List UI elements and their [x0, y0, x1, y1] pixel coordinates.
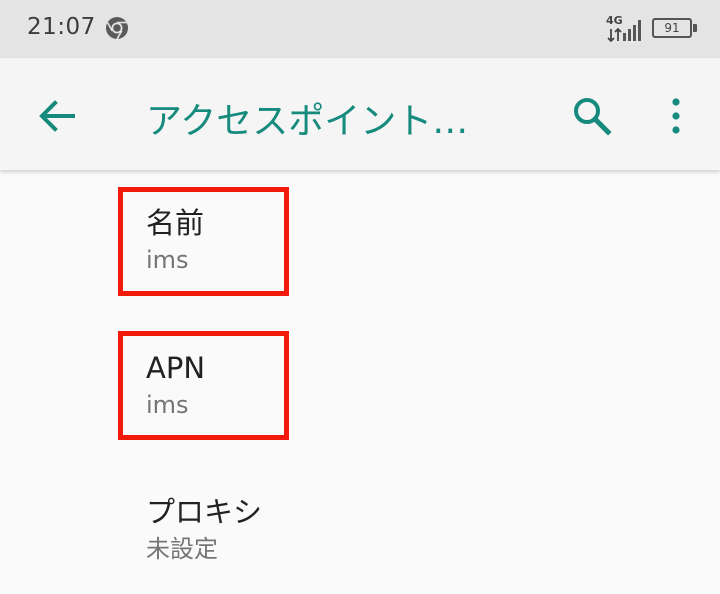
search-icon[interactable]: [570, 94, 614, 138]
highlight-box-name: [118, 187, 289, 296]
setting-proxy-title: プロキシ: [146, 495, 263, 529]
status-bar: 21:07 4G 91: [0, 0, 720, 58]
highlight-box-apn: [118, 331, 289, 440]
battery-tip: [693, 24, 697, 32]
battery-level: 91: [664, 21, 680, 35]
network-type-label: 4G: [606, 14, 623, 27]
page-title: アクセスポイント…: [146, 101, 469, 142]
app-bar: アクセスポイント…: [0, 58, 720, 170]
chrome-icon: [106, 17, 128, 40]
more-vert-icon[interactable]: [660, 94, 692, 138]
setting-proxy[interactable]: プロキシ 未設定: [146, 494, 546, 564]
signal-icon: [623, 20, 641, 41]
status-time: 21:07: [27, 14, 96, 40]
back-arrow-icon[interactable]: [35, 94, 79, 138]
setting-proxy-value: 未設定: [146, 535, 218, 563]
data-arrows-icon: [607, 28, 622, 42]
battery-icon: 91: [652, 18, 692, 38]
